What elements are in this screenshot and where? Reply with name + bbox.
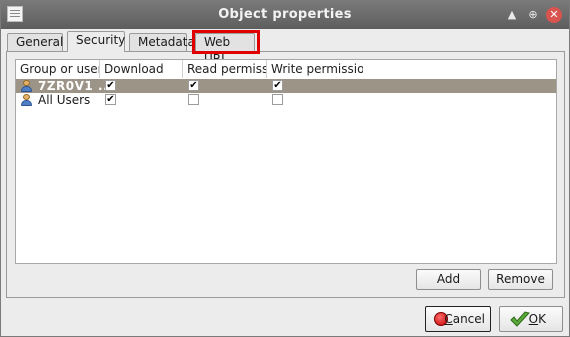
tab-metadata[interactable]: Metadata [129,33,195,51]
download-checkbox[interactable]: ✔ [105,80,116,91]
table-row[interactable]: 7ZR0V1 ... ✔ ✔ ✔ [16,79,556,93]
check-arrow-icon [510,311,530,327]
column-header-group-or-user[interactable]: Group or user n [16,60,100,78]
web-url-highlight-box [192,30,260,54]
permissions-list[interactable]: Group or user n Download Read permission… [15,59,557,264]
cancel-button[interactable]: Cancel [425,306,491,332]
tab-general[interactable]: General [7,33,63,51]
write-permission-checkbox[interactable] [272,94,283,105]
ok-button[interactable]: OK [499,306,563,332]
add-button[interactable]: Add [416,269,481,290]
column-header-write-permissions[interactable]: Write permissions [267,60,363,78]
table-row[interactable]: All Users ✔ [16,93,556,107]
close-icon[interactable]: ✕ [546,7,562,23]
title-bar[interactable]: Object properties ▲ ⊕ ✕ [1,1,569,29]
maximize-icon[interactable]: ⊕ [525,7,541,23]
user-group-icon [20,94,33,106]
user-icon [20,80,33,92]
window-title: Object properties [218,7,352,22]
remove-button[interactable]: Remove [488,269,553,290]
user-name: 7ZR0V1 ... [38,79,114,93]
ok-label: OK [528,312,546,326]
tab-security[interactable]: Security [67,31,125,52]
read-permission-checkbox[interactable]: ✔ [188,80,199,91]
user-name: All Users [38,93,91,107]
column-header-read-permission[interactable]: Read permission [183,60,267,78]
cancel-label: Cancel [444,312,485,326]
column-header-download[interactable]: Download [100,60,183,78]
shade-icon[interactable]: ▲ [504,7,520,23]
download-checkbox[interactable]: ✔ [105,94,116,105]
object-properties-dialog: Object properties ▲ ⊕ ✕ General Security… [0,0,570,337]
read-permission-checkbox[interactable] [188,94,199,105]
write-permission-checkbox[interactable]: ✔ [272,80,283,91]
